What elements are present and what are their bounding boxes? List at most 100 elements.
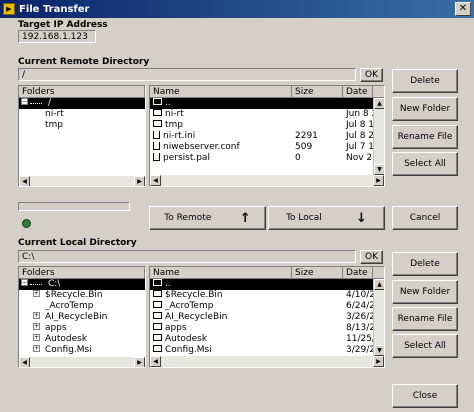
tree-node[interactable]: − / xyxy=(19,98,145,109)
file-name: .. xyxy=(165,279,171,289)
folder-icon xyxy=(153,290,162,297)
open-folder-icon xyxy=(153,279,162,286)
tree-node[interactable]: tmp xyxy=(19,120,145,131)
remote-new-folder-button[interactable]: New Folder xyxy=(392,97,458,121)
file-row[interactable]: tmp Jul 8 16 xyxy=(150,120,373,131)
local-col-name[interactable]: Name xyxy=(150,267,292,278)
tree-node[interactable]: + Config.Msi xyxy=(19,345,145,356)
local-files-hscroll[interactable]: ◀ ▶ xyxy=(150,356,384,367)
tree-node[interactable]: + AI_RecycleBin xyxy=(19,312,145,323)
tree-connector xyxy=(30,279,42,285)
scroll-down-icon[interactable]: ▼ xyxy=(374,345,384,356)
close-button[interactable]: Close xyxy=(392,384,458,408)
remote-path-field[interactable]: / xyxy=(18,68,356,81)
file-row[interactable]: apps 8/13/20 xyxy=(150,323,373,334)
tree-node-label: apps xyxy=(45,323,67,333)
scroll-right-icon[interactable]: ▶ xyxy=(373,356,384,367)
local-files-vscroll[interactable]: ▲ ▼ xyxy=(373,279,384,356)
expand-icon[interactable]: + xyxy=(33,345,40,352)
scroll-up-icon[interactable]: ▲ xyxy=(374,98,384,109)
remote-col-name[interactable]: Name xyxy=(150,86,292,97)
scroll-left-icon[interactable]: ◀ xyxy=(150,175,161,186)
expand-icon[interactable]: + xyxy=(33,290,40,297)
scroll-right-icon[interactable]: ▶ xyxy=(373,175,384,186)
folder-icon xyxy=(153,120,162,127)
scroll-right-icon[interactable]: ▶ xyxy=(134,357,145,367)
file-row[interactable]: niwebserver.conf 509 Jul 7 15 xyxy=(150,142,373,153)
file-date: 3/29/20 xyxy=(346,345,373,355)
to-remote-button[interactable]: To Remote ↑ xyxy=(149,206,266,230)
remote-files-hscroll[interactable]: ◀ ▶ xyxy=(150,175,384,186)
remote-rename-button[interactable]: Rename File xyxy=(392,125,458,149)
tree-node-label: $Recycle.Bin xyxy=(45,290,103,300)
tree-node[interactable]: − C:\ xyxy=(19,279,145,290)
local-select-all-button[interactable]: Select All xyxy=(392,334,458,358)
file-size xyxy=(292,120,343,131)
remote-delete-button[interactable]: Delete xyxy=(392,69,458,93)
down-arrow-icon: ↓ xyxy=(355,210,367,226)
close-icon[interactable]: ✕ xyxy=(455,2,471,16)
file-name: ni-rt xyxy=(165,109,184,119)
remote-col-size[interactable]: Size xyxy=(292,86,343,97)
file-date: Jul 8 21 xyxy=(346,131,373,141)
remote-files-vscroll[interactable]: ▲ ▼ xyxy=(373,98,384,175)
scroll-left-icon[interactable]: ◀ xyxy=(19,357,30,367)
file-date: 8/13/20 xyxy=(346,323,373,333)
tree-node-label: Autodesk xyxy=(45,334,88,344)
local-new-folder-button[interactable]: New Folder xyxy=(392,280,458,304)
collapse-icon[interactable]: − xyxy=(21,279,28,286)
folder-icon xyxy=(153,301,162,308)
tree-node[interactable]: _AcroTemp xyxy=(19,301,145,312)
file-name: $Recycle.Bin xyxy=(165,290,223,300)
local-delete-button[interactable]: Delete xyxy=(392,252,458,276)
title-bar: ▶ File Transfer ✕ xyxy=(0,0,474,18)
folder-icon xyxy=(153,109,162,116)
expand-icon[interactable]: + xyxy=(33,312,40,319)
local-rename-button[interactable]: Rename File xyxy=(392,307,458,331)
local-ok-button[interactable]: OK xyxy=(360,250,383,264)
file-row[interactable]: Config.Msi 3/29/20 xyxy=(150,345,373,356)
to-local-button[interactable]: To Local ↓ xyxy=(268,206,385,230)
expand-icon[interactable]: + xyxy=(33,334,40,341)
scroll-left-icon[interactable]: ◀ xyxy=(150,356,161,367)
file-row[interactable]: _AcroTemp 6/24/20 xyxy=(150,301,373,312)
file-date xyxy=(343,98,373,109)
tree-node[interactable]: + $Recycle.Bin xyxy=(19,290,145,301)
file-row[interactable]: AI_RecycleBin 3/26/20 xyxy=(150,312,373,323)
file-icon xyxy=(153,153,160,161)
file-row[interactable]: $Recycle.Bin 4/10/20 xyxy=(150,290,373,301)
file-row[interactable]: persist.pal 0 Nov 21 xyxy=(150,153,373,164)
file-row[interactable]: Autodesk 11/25/2 xyxy=(150,334,373,345)
remote-ok-button[interactable]: OK xyxy=(360,68,383,82)
file-date: 6/24/20 xyxy=(346,301,373,311)
file-row[interactable]: .. xyxy=(150,279,373,290)
scroll-left-icon[interactable]: ◀ xyxy=(19,176,30,186)
tree-node[interactable]: + apps xyxy=(19,323,145,334)
file-size xyxy=(292,109,343,120)
cancel-button[interactable]: Cancel xyxy=(392,206,458,230)
scroll-down-icon[interactable]: ▼ xyxy=(374,164,384,175)
file-size xyxy=(292,301,343,312)
local-tree-hscroll[interactable]: ◀ ▶ xyxy=(19,357,145,367)
tree-node[interactable]: + Autodesk xyxy=(19,334,145,345)
local-col-size[interactable]: Size xyxy=(292,267,343,278)
file-row[interactable]: ni-rt.ini 2291 Jul 8 21 xyxy=(150,131,373,142)
remote-select-all-button[interactable]: Select All xyxy=(392,152,458,176)
file-name: .. xyxy=(165,98,171,108)
local-path-field[interactable]: C:\ xyxy=(18,250,356,263)
scroll-right-icon[interactable]: ▶ xyxy=(134,176,145,186)
folder-icon xyxy=(153,323,162,330)
expand-icon[interactable]: + xyxy=(33,323,40,330)
local-files-panel: Name Size Date ..$Recycle.Bin4/10/20_Acr… xyxy=(149,266,385,368)
remote-tree-hscroll[interactable]: ◀ ▶ xyxy=(19,176,145,186)
remote-col-date[interactable]: Date xyxy=(343,86,373,97)
local-col-date[interactable]: Date xyxy=(343,267,373,278)
file-row[interactable]: .. xyxy=(150,98,373,109)
tree-node-label: / xyxy=(48,98,52,108)
scroll-up-icon[interactable]: ▲ xyxy=(374,279,384,290)
target-ip-field[interactable]: 192.168.1.123 xyxy=(18,30,96,43)
app-icon: ▶ xyxy=(3,3,15,15)
file-row[interactable]: ni-rt Jun 8 20 xyxy=(150,109,373,120)
collapse-icon[interactable]: − xyxy=(21,98,28,105)
tree-node[interactable]: ni-rt xyxy=(19,109,145,120)
